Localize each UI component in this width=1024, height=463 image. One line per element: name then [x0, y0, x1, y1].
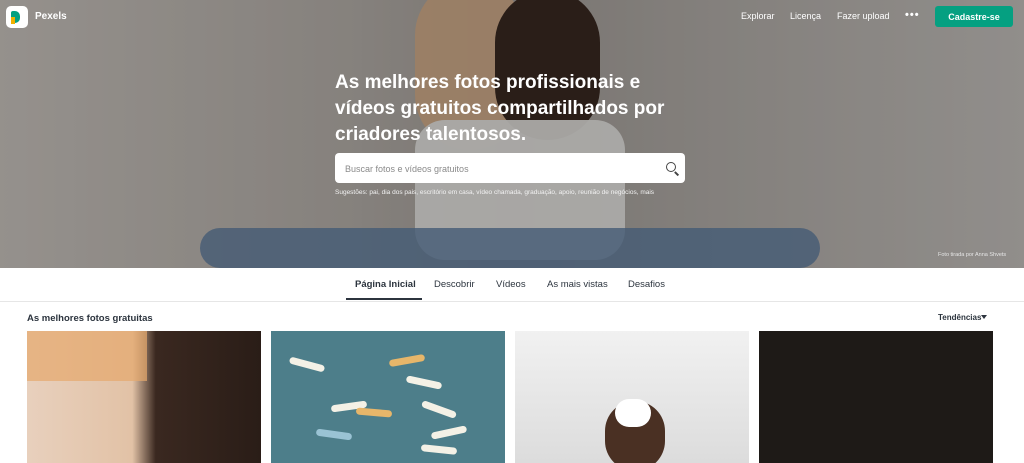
- sort-dropdown[interactable]: Tendências: [938, 313, 981, 322]
- tab-challenges[interactable]: Desafios: [628, 279, 665, 290]
- signup-button[interactable]: Cadastre-se: [935, 6, 1013, 27]
- tab-discover[interactable]: Descobrir: [434, 279, 475, 290]
- hero-headline: As melhores fotos profissionais e vídeos…: [335, 72, 665, 145]
- search-input[interactable]: [343, 158, 647, 180]
- tab-bar: Página Inicial Descobrir Vídeos As mais …: [0, 268, 1024, 302]
- tab-most-viewed[interactable]: As mais vistas: [547, 279, 608, 290]
- top-navigation: Pexels Explorar Licença Fazer upload •••…: [0, 0, 1024, 34]
- chevron-down-icon[interactable]: [981, 315, 987, 319]
- nav-license[interactable]: Licença: [790, 11, 821, 21]
- photo-credit[interactable]: Foto tirada por Anna Shvets: [938, 252, 1006, 258]
- photo-card[interactable]: [759, 331, 993, 463]
- photo-card[interactable]: [27, 331, 261, 463]
- search-bar: [335, 153, 685, 183]
- photo-card[interactable]: [515, 331, 749, 463]
- search-icon[interactable]: [666, 162, 676, 172]
- active-tab-indicator: [346, 298, 422, 300]
- brand-name[interactable]: Pexels: [35, 11, 67, 22]
- search-suggestions[interactable]: Sugestões: pai, dia dos pais, escritório…: [335, 189, 695, 196]
- nav-explore[interactable]: Explorar: [741, 11, 775, 21]
- pexels-logo-icon[interactable]: [6, 6, 28, 28]
- photo-card[interactable]: [271, 331, 505, 463]
- section-title: As melhores fotos gratuitas: [27, 313, 153, 324]
- tab-videos[interactable]: Vídeos: [496, 279, 526, 290]
- more-menu-icon[interactable]: •••: [905, 9, 920, 21]
- tab-home[interactable]: Página Inicial: [355, 279, 416, 290]
- nav-upload[interactable]: Fazer upload: [837, 11, 890, 21]
